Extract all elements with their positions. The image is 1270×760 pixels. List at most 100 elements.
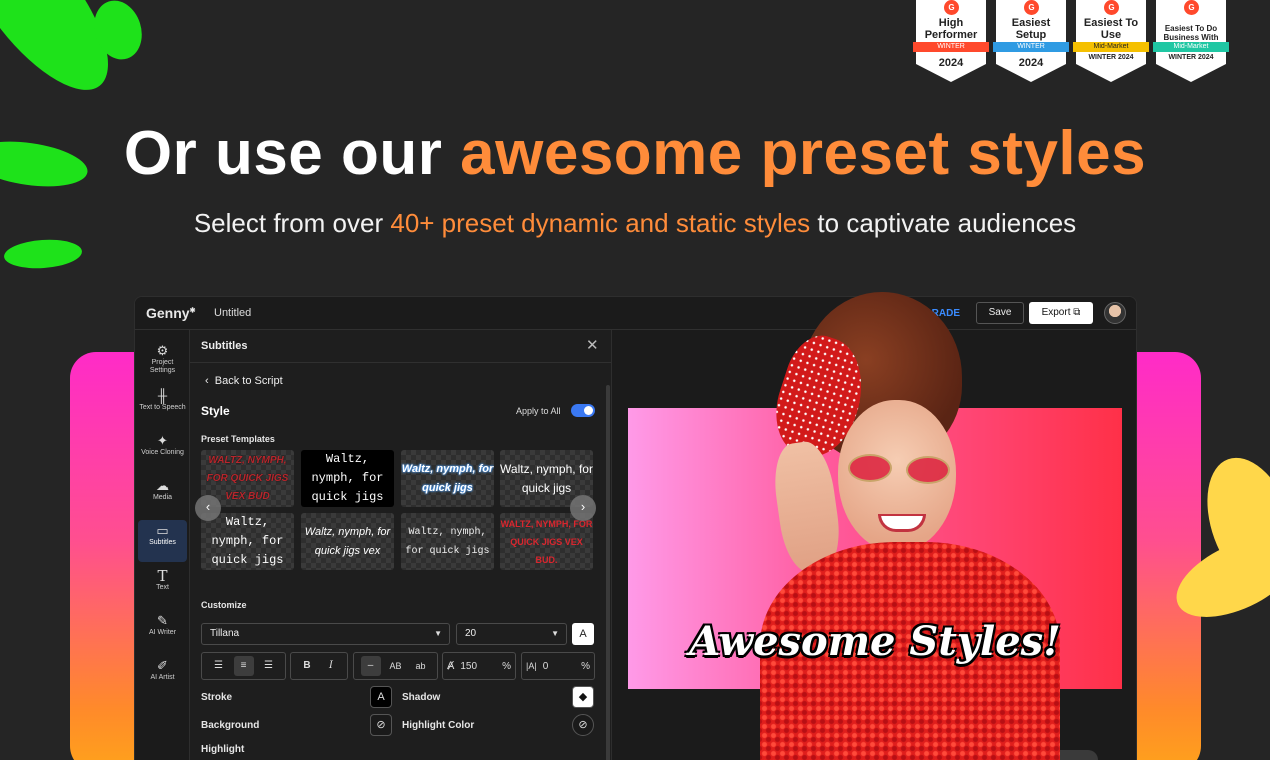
rail-item-text[interactable]: T Text [138, 565, 187, 607]
chevron-left-icon[interactable]: ‹ [195, 495, 221, 521]
line-height-unit: % [502, 660, 511, 672]
letter-spacing-input[interactable]: |A| 0 % [521, 652, 595, 680]
rail-item-media[interactable]: ☁ Media [138, 475, 187, 517]
hero-sub-pre: Select from over [193, 208, 384, 238]
subtitles-panel: Subtitles ✕ ‹ Back to Script Style Apply… [190, 330, 612, 760]
align-right-icon[interactable]: ☰ [259, 656, 279, 676]
shadow-color-button[interactable]: ◆ [572, 686, 594, 708]
highlight-label: Highlight [201, 744, 245, 755]
back-to-script-link[interactable]: ‹ Back to Script [205, 375, 283, 387]
collapse-timeline-tab[interactable]: ⌄ [1012, 750, 1098, 760]
chevron-down-icon: ▼ [434, 629, 442, 638]
avatar[interactable] [1104, 302, 1126, 324]
badge-title: High Performer [924, 17, 978, 41]
badge-easiest-business: G Easiest To Do Business With Mid-Market… [1153, 0, 1229, 82]
preset-templates-heading: Preset Templates [201, 434, 275, 444]
badge-ribbon: Mid-Market [1153, 42, 1229, 52]
export-button[interactable]: Export ⧉ [1029, 302, 1093, 324]
apply-all-toggle[interactable] [571, 404, 595, 417]
hero-sub-accent: 40+ preset dynamic and static styles [390, 208, 811, 238]
cloud-upload-icon: ☁ [156, 478, 169, 493]
rail-item-ai-artist[interactable]: ✐ AI Artist [138, 655, 187, 697]
case-none-button[interactable]: – [360, 656, 381, 676]
external-link-icon: ⧉ [1073, 307, 1081, 318]
g2-logo-icon: G [944, 0, 959, 15]
waveform-icon: ╫ [157, 388, 168, 403]
left-rail: ⚙ Project Settings ╫ Text to Speech ✦ Voice… [135, 330, 190, 760]
preview-caption: Awesome Styles! [689, 618, 1061, 665]
line-height-value: 150 [460, 660, 478, 672]
stroke-color-button[interactable]: A [370, 686, 392, 708]
chevron-right-icon[interactable]: › [570, 495, 596, 521]
hero-subtitle: Select from over 40+ preset dynamic and … [0, 208, 1270, 239]
panel-title: Subtitles [201, 340, 248, 352]
close-icon[interactable]: ✕ [586, 336, 599, 354]
decor-blob [3, 237, 83, 271]
font-select[interactable]: Tillana ▼ [201, 623, 450, 645]
customize-heading: Customize [201, 600, 247, 610]
badge-title: Easiest Setup [1011, 17, 1051, 41]
background-label: Background [201, 720, 260, 731]
rail-item-project-settings[interactable]: ⚙ Project Settings [138, 340, 187, 382]
text-color-button[interactable]: A [572, 623, 594, 645]
badge-easiest-to-use: G Easiest To Use Mid-Market WINTER 2024 [1073, 0, 1149, 82]
text-icon: T [157, 567, 168, 585]
upgrade-link[interactable]: UPGRADE [910, 308, 960, 319]
hero-title-accent: awesome preset styles [460, 119, 1147, 188]
rail-item-subtitles[interactable]: ▭ Subtitles [138, 520, 187, 562]
brush-icon: ✐ [157, 658, 168, 673]
line-height-icon: Ⱥ [447, 660, 455, 672]
badge-title: Easiest To Do Business With [1163, 24, 1219, 42]
badge-year: WINTER 2024 [1088, 54, 1134, 61]
badge-title: Easiest To Use [1083, 17, 1139, 41]
letter-spacing-icon: |A| [526, 661, 537, 671]
bold-button[interactable]: B [297, 656, 317, 676]
preview-area: ⌄ [612, 330, 1136, 760]
subtitles-icon: ▭ [156, 523, 169, 538]
top-bar: Genny✱ Untitled UPGRADE Save Export ⧉ [135, 297, 1136, 330]
case-lower-button[interactable]: ab [411, 656, 431, 676]
preset-template[interactable]: Waltz, nymph, for quick jigs [401, 450, 494, 507]
chevron-down-icon: ⌄ [1051, 754, 1059, 760]
background-none-icon[interactable]: ⊘ [370, 714, 392, 736]
preset-template[interactable]: Waltz, nymph, for quick jigs [201, 513, 294, 570]
line-height-input[interactable]: Ⱥ 150 % [442, 652, 516, 680]
badge-year: WINTER 2024 [1168, 54, 1214, 61]
align-left-icon[interactable]: ☰ [209, 656, 229, 676]
g2-logo-icon: G [1024, 0, 1039, 15]
panel-scrollbar[interactable] [606, 385, 610, 760]
rail-item-text-to-speech[interactable]: ╫ Text to Speech [138, 385, 187, 427]
preset-template[interactable]: Waltz, nymph, for quick jigs [401, 513, 494, 570]
badge-ribbon: WINTER [913, 42, 989, 52]
badge-ribbon: WINTER [993, 42, 1069, 52]
hero-title-plain: Or use our [123, 119, 443, 188]
g2-logo-icon: G [1104, 0, 1119, 15]
style-heading: Style [201, 404, 230, 418]
preset-template[interactable]: WALTZ, NYMPH, FOR QUICK JIGS VEX BUD. [500, 513, 593, 570]
font-size-select[interactable]: 20 ▼ [456, 623, 567, 645]
rail-item-voice-cloning[interactable]: ✦ Voice Cloning [138, 430, 187, 472]
quill-icon: ✎ [157, 613, 168, 628]
font-style-group: B I [290, 652, 348, 680]
badge-ribbon: Mid-Market [1073, 42, 1149, 52]
preset-template[interactable]: Waltz, nymph, for quick jigs [301, 450, 394, 507]
highlight-color-label: Highlight Color [402, 720, 475, 731]
highlight-none-icon[interactable]: ⊘ [572, 714, 594, 736]
text-case-group: – AB ab [353, 652, 438, 680]
save-button[interactable]: Save [976, 302, 1024, 324]
sparkle-icon: ✦ [157, 433, 168, 448]
document-title[interactable]: Untitled [214, 307, 251, 319]
letter-spacing-unit: % [581, 660, 590, 672]
hero-sub-post: to captivate audiences [817, 208, 1077, 238]
rail-item-ai-writer[interactable]: ✎ AI Writer [138, 610, 187, 652]
shadow-label: Shadow [402, 692, 441, 703]
align-center-icon[interactable]: ≡ [233, 656, 254, 676]
stroke-label: Stroke [201, 692, 233, 703]
genny-logo[interactable]: Genny✱ [146, 305, 195, 321]
letter-spacing-value: 0 [542, 660, 549, 672]
italic-button[interactable]: I [321, 656, 341, 676]
badge-year: 2024 [938, 57, 964, 69]
award-badges: G High Performer WINTER 2024 G Easiest S… [913, 0, 1229, 82]
preset-template[interactable]: Waltz, nymph, for quick jigs vex [301, 513, 394, 570]
case-upper-button[interactable]: AB [386, 656, 406, 676]
